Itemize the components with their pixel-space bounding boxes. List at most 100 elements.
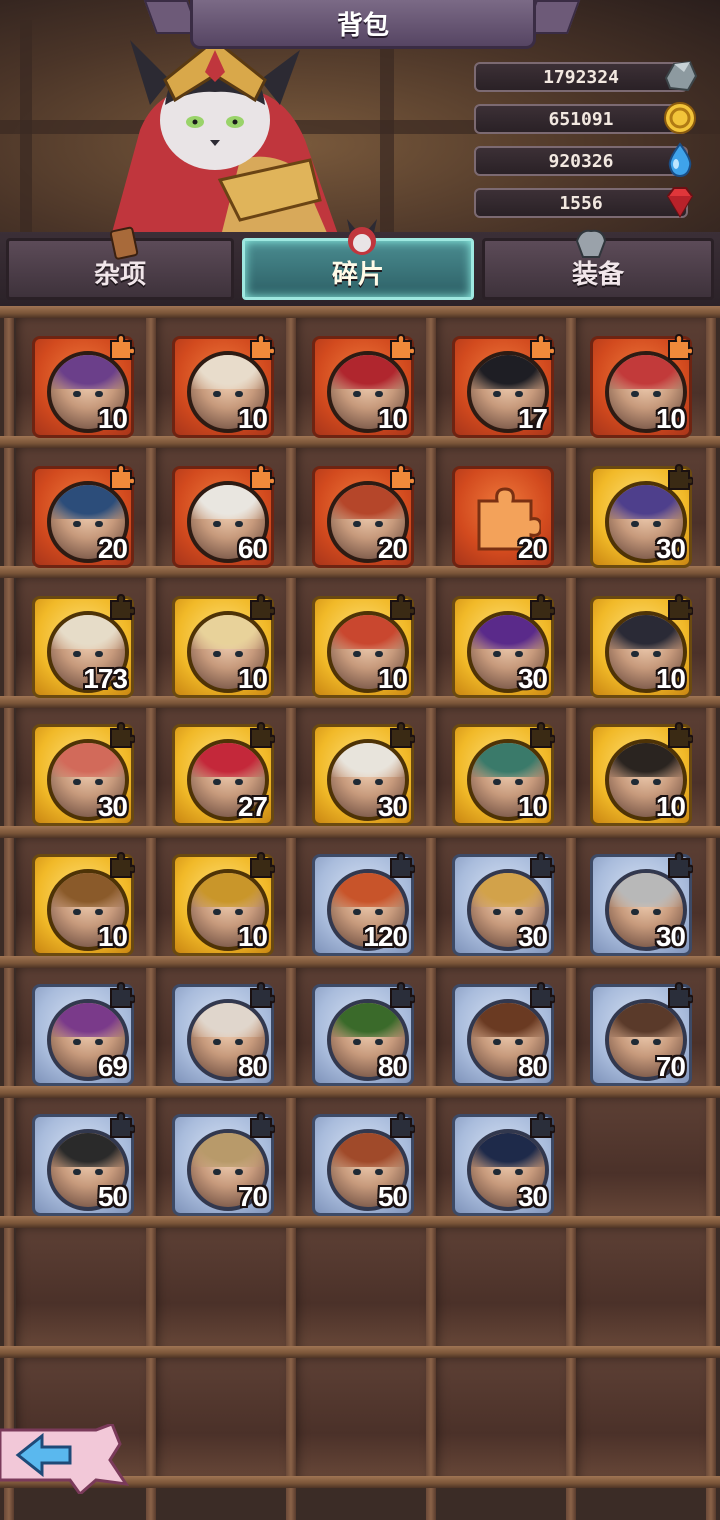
hero-fragment-item[interactable]: 69 — [32, 981, 135, 1086]
fragment-count: 10 — [97, 921, 128, 952]
shelf-post — [566, 306, 576, 1520]
hero-fragment-item[interactable]: 30 — [32, 721, 135, 826]
hero-eye — [653, 391, 661, 397]
hero-fragment-item[interactable]: 10 — [172, 333, 275, 438]
puzzle-badge-icon — [250, 981, 275, 1008]
fragment-count: 10 — [237, 921, 268, 952]
hero-fragment-item[interactable]: 60 — [172, 463, 275, 568]
hero-fragment-item[interactable]: 10 — [590, 333, 693, 438]
ruby-gem-icon — [666, 187, 694, 218]
hero-fragment-item[interactable]: 20 — [312, 463, 415, 568]
hero-eye — [375, 651, 383, 657]
hero-eye — [493, 909, 501, 915]
hero-eye — [653, 909, 661, 915]
puzzle-badge-icon — [110, 1111, 135, 1138]
hero-eye — [235, 1039, 243, 1045]
puzzle-badge-icon — [390, 721, 415, 748]
hero-fragment-item[interactable]: 10 — [590, 593, 693, 698]
hero-fragment-item[interactable]: 10 — [32, 851, 135, 956]
hero-fragment-item[interactable]: 80 — [172, 981, 275, 1086]
hero-fragment-item[interactable]: 70 — [590, 981, 693, 1086]
puzzle-badge-icon — [668, 593, 693, 620]
resource-gold-count: 651091 — [474, 104, 688, 134]
cat-head-icon — [347, 219, 377, 255]
shelf-post — [286, 306, 296, 1520]
hero-eye — [515, 1039, 523, 1045]
puzzle-badge-icon — [110, 721, 135, 748]
puzzle-badge-icon — [390, 1111, 415, 1138]
shelf-slot — [576, 1096, 714, 1225]
fragment-count: 10 — [377, 403, 408, 434]
hero-fragment-item[interactable]: 30 — [452, 1111, 555, 1216]
hero-eye — [235, 1169, 243, 1175]
hero-fragment-item[interactable]: 10 — [312, 333, 415, 438]
hero-eye — [353, 651, 361, 657]
hero-eye — [515, 1169, 523, 1175]
hero-fragment-item[interactable]: 30 — [312, 721, 415, 826]
hero-fragment-item[interactable]: 30 — [590, 463, 693, 568]
hero-fragment-item[interactable]: 20 — [32, 463, 135, 568]
hero-eye — [375, 1039, 383, 1045]
hero-fragment-item[interactable]: 50 — [312, 1111, 415, 1216]
hero-eye — [235, 779, 243, 785]
hero-fragment-item[interactable]: 10 — [452, 721, 555, 826]
shelf-slot — [16, 1226, 154, 1355]
puzzle-badge-icon — [668, 851, 693, 878]
hero-eye — [653, 651, 661, 657]
hero-fragment-item[interactable]: 17 — [452, 333, 555, 438]
hero-eye — [631, 779, 639, 785]
tab-equipment[interactable]: 装备 — [482, 229, 714, 300]
tab-misc[interactable]: 杂项 — [6, 226, 234, 300]
puzzle-badge-icon — [250, 593, 275, 620]
fragment-count: 10 — [97, 403, 128, 434]
puzzle-badge-icon — [668, 333, 693, 360]
fragment-count: 80 — [377, 1051, 408, 1082]
hero-eye — [631, 909, 639, 915]
hero-fragment-item[interactable]: 80 — [452, 981, 555, 1086]
hero-fragment-item[interactable]: 10 — [32, 333, 135, 438]
hero-fragment-item[interactable]: 30 — [590, 851, 693, 956]
hero-fragment-item[interactable]: 20 — [452, 466, 554, 568]
resource-stone-count: 1792324 — [474, 62, 688, 92]
shelf-post — [146, 306, 156, 1520]
hero-eye — [213, 391, 221, 397]
hero-eye — [515, 651, 523, 657]
fragment-count: 17 — [517, 403, 548, 434]
scroll-icon — [109, 226, 139, 260]
tab-fragments[interactable]: 碎片 — [242, 219, 474, 300]
puzzle-badge-icon — [390, 463, 415, 490]
hero-fragment-item[interactable]: 50 — [32, 1111, 135, 1216]
hero-fragment-item[interactable]: 10 — [172, 593, 275, 698]
puzzle-badge-icon — [110, 593, 135, 620]
armor-icon — [575, 229, 607, 258]
fragment-count: 10 — [655, 663, 686, 694]
hero-fragment-item[interactable]: 10 — [172, 851, 275, 956]
fragment-count: 80 — [237, 1051, 268, 1082]
hero-fragment-item[interactable]: 10 — [312, 593, 415, 698]
shelf-slot — [296, 1356, 434, 1485]
puzzle-badge-icon — [530, 721, 555, 748]
hero-eye — [95, 1169, 103, 1175]
puzzle-badge-icon — [530, 851, 555, 878]
fragment-count: 30 — [97, 791, 128, 822]
hero-fragment-item[interactable]: 70 — [172, 1111, 275, 1216]
puzzle-badge-icon — [390, 593, 415, 620]
hero-fragment-item[interactable]: 27 — [172, 721, 275, 826]
hero-eye — [375, 521, 383, 527]
puzzle-badge-icon — [250, 333, 275, 360]
hero-eye — [375, 779, 383, 785]
hero-fragment-item[interactable]: 173 — [32, 593, 135, 698]
hero-fragment-item[interactable]: 30 — [452, 593, 555, 698]
hero-eye — [353, 779, 361, 785]
fragment-count: 20 — [517, 533, 548, 564]
hero-fragment-item[interactable]: 120 — [312, 851, 415, 956]
shelf-plank — [0, 1346, 720, 1358]
hero-fragment-item[interactable]: 30 — [452, 851, 555, 956]
back-button[interactable] — [0, 1424, 130, 1494]
hero-fragment-item[interactable]: 80 — [312, 981, 415, 1086]
hero-fragment-item[interactable]: 10 — [590, 721, 693, 826]
hero-eye — [631, 651, 639, 657]
fragment-count: 10 — [237, 403, 268, 434]
hero-eye — [353, 391, 361, 397]
hero-eye — [73, 521, 81, 527]
